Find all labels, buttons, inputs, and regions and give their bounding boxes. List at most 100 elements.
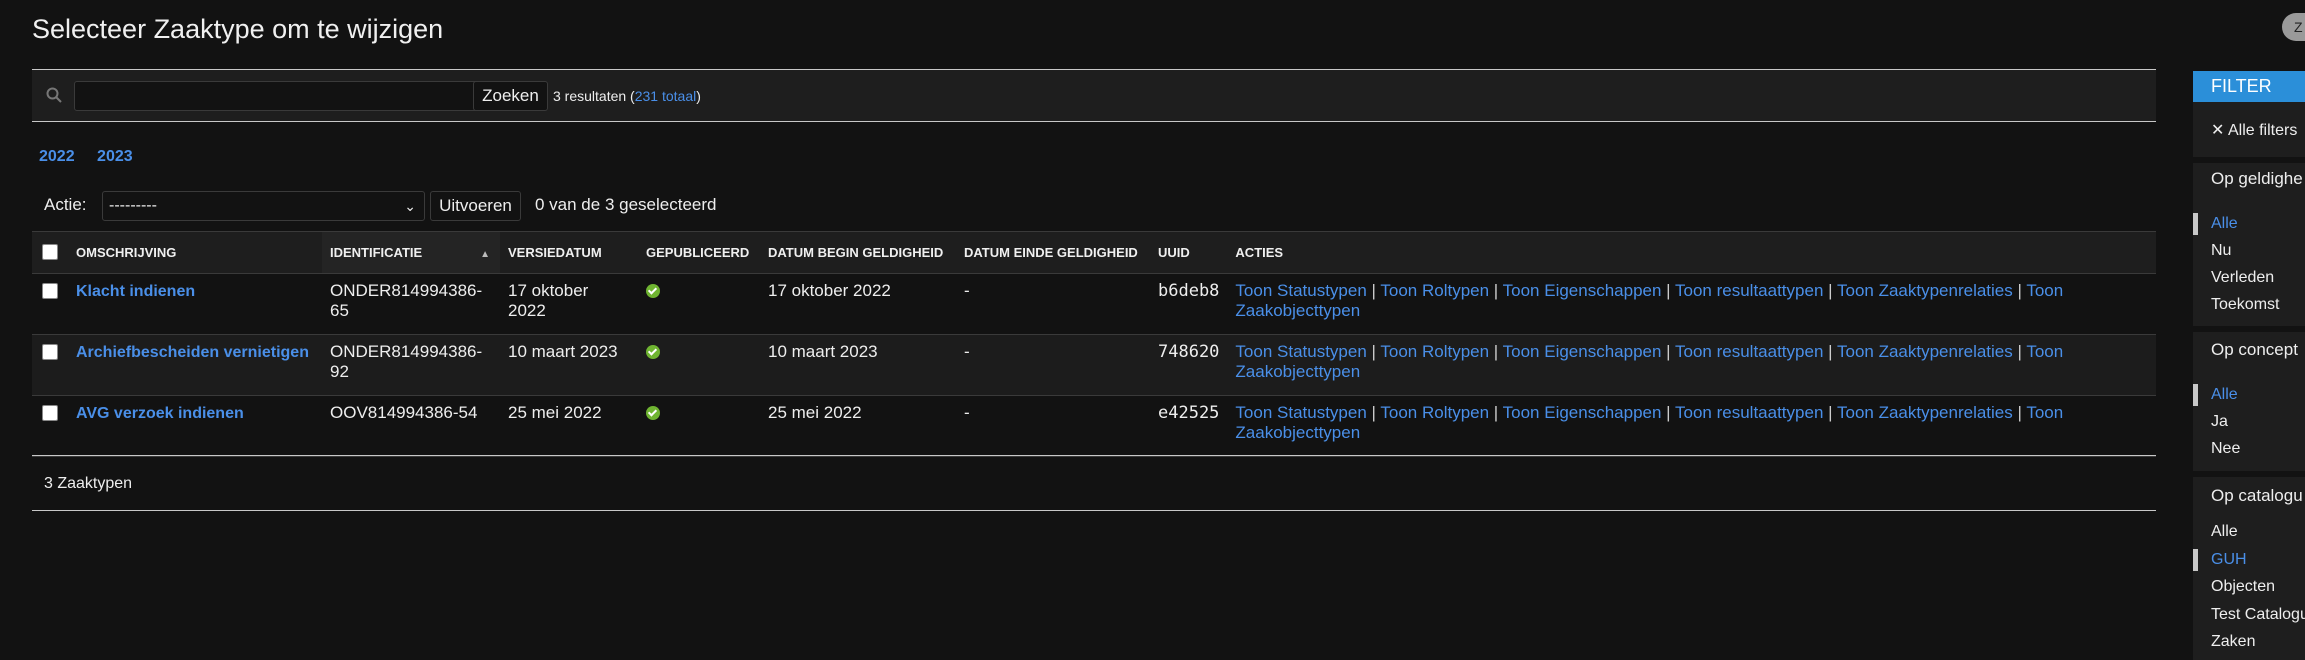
link-separator: | — [1828, 281, 1833, 300]
column-header-uuid[interactable]: UUID — [1150, 231, 1228, 274]
link-separator: | — [1828, 403, 1833, 422]
omschrijving-cell: Klacht indienen — [68, 273, 322, 335]
chevron-down-icon: ⌄ — [404, 198, 416, 214]
action-link[interactable]: Toon resultaattypen — [1675, 403, 1823, 422]
filter-group-geldigheid-title: Op geldighe — [2211, 169, 2303, 188]
filter-option-geldigheid-alle[interactable]: Alle — [2193, 213, 2238, 235]
action-select-value: --------- — [109, 197, 157, 214]
action-select[interactable]: --------- ⌄ — [102, 191, 425, 221]
filter-group-concept-title: Op concept — [2211, 340, 2298, 359]
result-count: 3 resultaten (231 totaal) — [553, 88, 701, 104]
filter-option-geldigheid-toekomst[interactable]: Toekomst — [2211, 296, 2279, 314]
filter-option-geldigheid-nu[interactable]: Nu — [2211, 242, 2231, 260]
filter-option-concept-ja[interactable]: Ja — [2211, 413, 2228, 431]
gepubliceerd-cell — [638, 395, 760, 457]
zaaktype-link[interactable]: Klacht indienen — [76, 283, 195, 300]
link-separator: | — [1666, 403, 1671, 422]
action-link[interactable]: Toon resultaattypen — [1675, 342, 1823, 361]
search-toolbar: Zoeken 3 resultaten (231 totaal) — [32, 69, 2156, 122]
run-action-button[interactable]: Uitvoeren — [430, 191, 521, 221]
action-link[interactable]: Toon Eigenschappen — [1503, 403, 1662, 422]
column-header-gepubliceerd[interactable]: Gepubliceerd — [638, 231, 760, 274]
sort-ascending-icon[interactable]: ▲ — [480, 249, 490, 260]
check-circle-icon — [646, 406, 660, 420]
date-link-2022[interactable]: 2022 — [39, 148, 75, 165]
filter-group-catalogus-title: Op catalogu — [2211, 486, 2303, 505]
uuid-cell: e42525 — [1150, 395, 1228, 457]
filter-option-catalogus-guh[interactable]: GUH — [2193, 549, 2247, 571]
acties-cell: Toon Statustypen | Toon Roltypen | Toon … — [1227, 334, 2156, 396]
selection-count: 0 van de 3 geselecteerd — [535, 195, 717, 214]
gepubliceerd-cell — [638, 273, 760, 335]
row-checkbox[interactable] — [42, 344, 58, 360]
zaaktype-link[interactable]: AVG verzoek indienen — [76, 405, 244, 422]
column-header-identificatie-label: Identificatie — [330, 245, 423, 260]
date-hierarchy: 2022 2023 — [39, 148, 151, 166]
row-select-cell — [32, 334, 68, 396]
link-separator: | — [2017, 403, 2022, 422]
filter-sidebar: FILTER ✕ Alle filters Op geldighe Alle N… — [2193, 71, 2305, 660]
check-circle-icon — [646, 345, 660, 359]
column-header-begin-geldigheid[interactable]: Datum begin geldigheid — [760, 231, 956, 274]
link-separator: | — [1493, 281, 1499, 300]
action-link[interactable]: Toon Roltypen — [1380, 403, 1489, 422]
action-link[interactable]: Toon Statustypen — [1235, 281, 1366, 300]
column-header-omschrijving[interactable]: Omschrijving — [68, 231, 322, 274]
filter-option-geldigheid-verleden[interactable]: Verleden — [2211, 269, 2274, 287]
versiedatum-cell: 25 mei 2022 — [500, 395, 638, 457]
date-link-2023[interactable]: 2023 — [97, 148, 133, 165]
action-link[interactable]: Toon Statustypen — [1235, 342, 1366, 361]
filter-option-concept-nee[interactable]: Nee — [2211, 440, 2240, 458]
table-row: AVG verzoek indienen OOV814994386-54 25 me… — [32, 395, 2156, 457]
action-link[interactable]: Toon Roltypen — [1380, 281, 1489, 300]
avatar[interactable]: Z — [2282, 13, 2305, 41]
clear-filters-link[interactable]: ✕ Alle filters — [2211, 120, 2297, 140]
row-checkbox[interactable] — [42, 405, 58, 421]
begin-geldigheid-cell: 17 oktober 2022 — [760, 273, 956, 335]
action-link[interactable]: Toon Zaaktypenrelaties — [1837, 281, 2013, 300]
select-all-checkbox[interactable] — [42, 244, 58, 260]
result-count-suffix: ) — [696, 88, 701, 104]
filter-title: FILTER — [2193, 71, 2305, 102]
column-header-identificatie[interactable]: Identificatie ▲ — [322, 231, 500, 274]
filter-option-catalogus-alle[interactable]: Alle — [2211, 523, 2238, 541]
einde-geldigheid-cell: - — [956, 334, 1150, 396]
link-separator: | — [1666, 342, 1671, 361]
versiedatum-cell: 10 maart 2023 — [500, 334, 638, 396]
identificatie-cell: OOV814994386-54 — [322, 395, 500, 457]
select-all-header — [32, 231, 68, 274]
search-icon — [46, 87, 62, 108]
link-separator: | — [1493, 403, 1499, 422]
page-title: Selecteer Zaaktype om te wijzigen — [32, 14, 444, 44]
filter-divider — [2193, 471, 2305, 477]
action-link[interactable]: Toon Eigenschappen — [1503, 281, 1662, 300]
action-link[interactable]: Toon Statustypen — [1235, 403, 1366, 422]
filter-option-catalogus-test[interactable]: Test Catalogu — [2211, 606, 2305, 624]
action-bar: Actie: --------- ⌄ Uitvoeren 0 van de 3 … — [44, 190, 2156, 222]
einde-geldigheid-cell: - — [956, 395, 1150, 457]
filter-option-catalogus-objecten[interactable]: Objecten — [2211, 578, 2275, 596]
begin-geldigheid-cell: 10 maart 2023 — [760, 334, 956, 396]
column-header-versiedatum[interactable]: Versiedatum — [500, 231, 638, 274]
filter-option-catalogus-zaken[interactable]: Zaken — [2211, 633, 2255, 651]
omschrijving-cell: AVG verzoek indienen — [68, 395, 322, 457]
search-button[interactable]: Zoeken — [473, 81, 548, 111]
zaaktype-link[interactable]: Archiefbescheiden vernietigen — [76, 344, 309, 361]
action-link[interactable]: Toon Zaaktypenrelaties — [1837, 342, 2013, 361]
begin-geldigheid-cell: 25 mei 2022 — [760, 395, 956, 457]
action-link[interactable]: Toon Roltypen — [1380, 342, 1489, 361]
column-header-acties: Acties — [1227, 231, 2156, 274]
search-input[interactable] — [74, 81, 501, 111]
column-header-einde-geldigheid[interactable]: Datum einde geldigheid — [956, 231, 1150, 274]
filter-divider — [2193, 326, 2305, 332]
action-link[interactable]: Toon Zaaktypenrelaties — [1837, 403, 2013, 422]
versiedatum-cell: 17 oktober 2022 — [500, 273, 638, 335]
uuid-cell: b6deb8 — [1150, 273, 1228, 335]
total-link[interactable]: 231 totaal — [635, 88, 697, 104]
link-separator: | — [1371, 281, 1376, 300]
link-separator: | — [1666, 281, 1671, 300]
row-checkbox[interactable] — [42, 283, 58, 299]
action-link[interactable]: Toon Eigenschappen — [1503, 342, 1662, 361]
filter-option-concept-alle[interactable]: Alle — [2193, 384, 2238, 406]
action-link[interactable]: Toon resultaattypen — [1675, 281, 1823, 300]
